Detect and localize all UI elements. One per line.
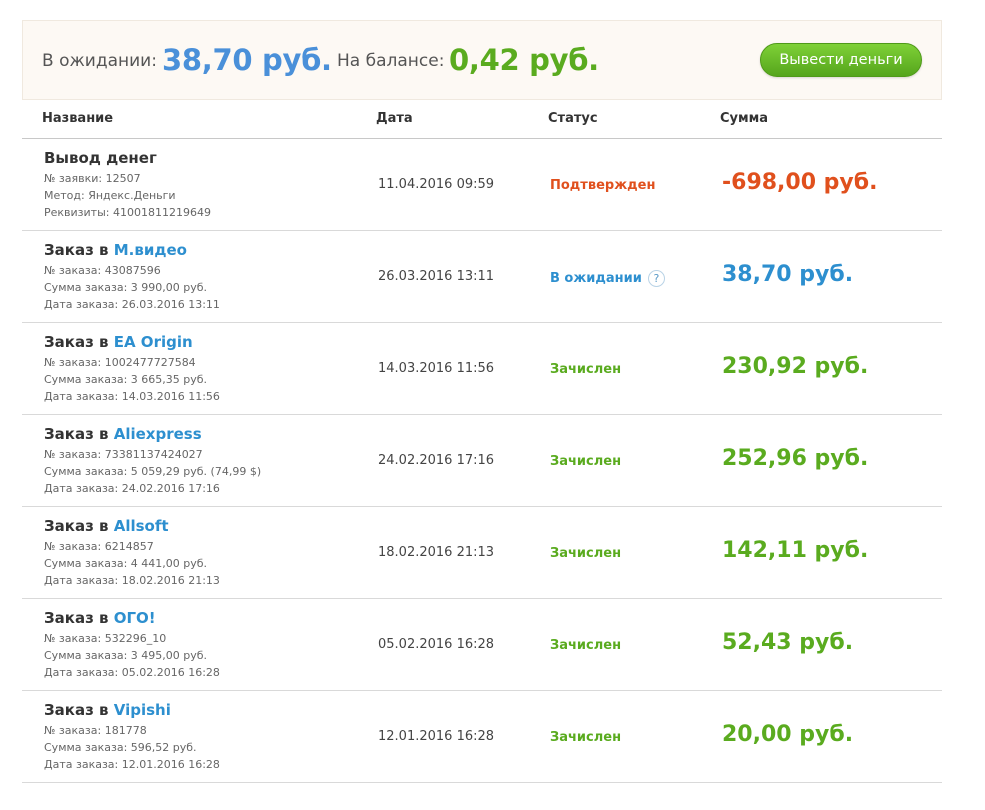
row-detail: Сумма заказа: 3 990,00 руб. [44, 281, 208, 294]
row-detail: № заявки: 12507 [44, 172, 141, 185]
row-detail: Дата заказа: 24.02.2016 17:16 [44, 482, 220, 495]
withdraw-money-button[interactable]: Вывести деньги [760, 43, 922, 77]
balance-amount: 0,42 руб. [449, 43, 599, 77]
status-badge: В ожидании? [550, 270, 665, 287]
row-title: Заказ в М.видео [44, 241, 187, 259]
status-text: Зачислен [550, 730, 622, 745]
column-header-sum: Сумма [720, 111, 769, 126]
table-row: Заказ в EA Origin № заказа: 1002477727584… [22, 323, 942, 415]
row-sum: -698,00 руб. [722, 170, 878, 195]
row-detail: Сумма заказа: 5 059,29 руб. (74,99 $) [44, 465, 262, 478]
table-row: Заказ в Vipishi № заказа: 181778 Сумма зак… [22, 691, 942, 783]
row-sum: 142,11 руб. [722, 538, 869, 563]
row-detail: Дата заказа: 18.02.2016 21:13 [44, 574, 220, 587]
row-title: Заказ в EA Origin [44, 333, 193, 351]
row-sum: 252,96 руб. [722, 446, 869, 471]
row-title: Вывод денег [44, 149, 157, 167]
table-row: Вывод денег № заявки: 12507 Метод: Яндекс.… [22, 139, 942, 231]
status-badge: Зачислен [550, 730, 621, 745]
row-detail: № заказа: 532296_10 [44, 632, 167, 645]
row-date: 05.02.2016 16:28 [378, 637, 495, 652]
row-detail: Сумма заказа: 4 441,00 руб. [44, 557, 208, 570]
balance-summary: В ожидании: 38,70 руб. На балансе: 0,42 … [22, 20, 942, 100]
row-date: 14.03.2016 11:56 [378, 361, 495, 376]
row-detail: № заказа: 73381137424027 [44, 448, 203, 461]
status-text: Зачислен [550, 454, 622, 469]
row-title-text: Заказ в [44, 333, 114, 351]
shop-link[interactable]: Aliexpress [114, 425, 202, 443]
row-sum: 38,70 руб. [722, 262, 854, 287]
row-title: Заказ в ОГО! [44, 609, 156, 627]
help-icon[interactable]: ? [647, 270, 665, 287]
table-header: Название Дата Статус Сумма [22, 100, 942, 139]
table-row: Заказ в Allsoft № заказа: 6214857 Сумма за… [22, 507, 942, 599]
row-title: Заказ в Vipishi [44, 701, 171, 719]
row-detail: Дата заказа: 12.01.2016 16:28 [44, 758, 220, 771]
table-row: Заказ в М.видео № заказа: 43087596 Сумма з… [22, 231, 942, 323]
row-detail: Сумма заказа: 3 665,35 руб. [44, 373, 208, 386]
row-title: Заказ в Allsoft [44, 517, 169, 535]
row-detail: Дата заказа: 05.02.2016 16:28 [44, 666, 220, 679]
table-row: Заказ в Aliexpress № заказа: 733811374240… [22, 415, 942, 507]
row-detail: Метод: Яндекс.Деньги [44, 189, 176, 202]
transactions-list: Вывод денег № заявки: 12507 Метод: Яндекс.… [22, 139, 942, 783]
row-title-text: Заказ в [44, 609, 114, 627]
row-title-text: Заказ в [44, 517, 114, 535]
status-text: Зачислен [550, 362, 622, 377]
shop-link[interactable]: М.видео [114, 241, 187, 259]
status-badge: Зачислен [550, 454, 621, 469]
row-detail: Реквизиты: 41001811219649 [44, 206, 211, 219]
pending-label: В ожидании: [42, 51, 157, 71]
shop-link[interactable]: ОГО! [114, 609, 156, 627]
table-row: Заказ в ОГО! № заказа: 532296_10 Сумма зак… [22, 599, 942, 691]
status-text: Зачислен [550, 546, 622, 561]
shop-link[interactable]: Allsoft [114, 517, 169, 535]
row-detail: № заказа: 43087596 [44, 264, 161, 277]
row-title-text: Вывод денег [44, 149, 157, 167]
row-title-text: Заказ в [44, 241, 114, 259]
row-date: 26.03.2016 13:11 [378, 269, 495, 284]
row-date: 24.02.2016 17:16 [378, 453, 495, 468]
pending-amount: 38,70 руб. [162, 43, 332, 77]
row-sum: 52,43 руб. [722, 630, 854, 655]
column-header-name: Название [42, 111, 114, 126]
status-text: Подтвержден [550, 178, 656, 193]
status-badge: Зачислен [550, 546, 621, 561]
status-badge: Подтвержден [550, 178, 655, 193]
status-text: В ожидании [550, 271, 642, 286]
row-title: Заказ в Aliexpress [44, 425, 202, 443]
status-text: Зачислен [550, 638, 622, 653]
row-detail: № заказа: 1002477727584 [44, 356, 196, 369]
status-badge: Зачислен [550, 638, 621, 653]
row-detail: № заказа: 6214857 [44, 540, 154, 553]
row-date: 12.01.2016 16:28 [378, 729, 495, 744]
row-detail: Дата заказа: 14.03.2016 11:56 [44, 390, 220, 403]
column-header-status: Статус [548, 111, 598, 126]
row-title-text: Заказ в [44, 701, 114, 719]
row-detail: № заказа: 181778 [44, 724, 147, 737]
row-detail: Сумма заказа: 3 495,00 руб. [44, 649, 208, 662]
shop-link[interactable]: EA Origin [114, 333, 193, 351]
row-date: 18.02.2016 21:13 [378, 545, 495, 560]
column-header-date: Дата [376, 111, 413, 126]
row-title-text: Заказ в [44, 425, 114, 443]
status-badge: Зачислен [550, 362, 621, 377]
row-detail: Сумма заказа: 596,52 руб. [44, 741, 197, 754]
row-sum: 230,92 руб. [722, 354, 869, 379]
row-detail: Дата заказа: 26.03.2016 13:11 [44, 298, 220, 311]
row-date: 11.04.2016 09:59 [378, 177, 495, 192]
shop-link[interactable]: Vipishi [114, 701, 171, 719]
row-sum: 20,00 руб. [722, 722, 854, 747]
balance-label: На балансе: [337, 51, 445, 71]
